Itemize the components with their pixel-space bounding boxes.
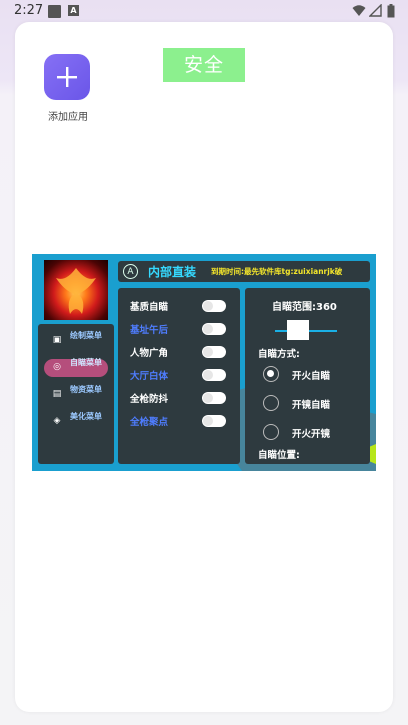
aim-range-label: 自瞄范围:360 — [272, 302, 337, 313]
nav-item-beautify[interactable]: ◈ 美化菜单 — [44, 412, 108, 431]
toggle-switch[interactable] — [202, 323, 226, 335]
signal-icon — [369, 4, 382, 17]
mod-menu-preview: A 内部直装 到期时间:最先软件库tg:zuixianrjk破 ▣ 绘制菜单 ◎… — [32, 254, 376, 471]
android-logo-icon: A — [123, 264, 138, 279]
menu-title-bar: A 内部直装 到期时间:最先软件库tg:zuixianrjk破 — [118, 261, 370, 282]
expire-text: 到期时间:最先软件库tg:zuixianrjk破 — [211, 267, 343, 276]
add-app-label: 添加应用 — [48, 112, 88, 123]
toggle-switch[interactable] — [202, 346, 226, 358]
toggle-label: 全枪聚点 — [130, 417, 169, 428]
add-app-button[interactable] — [44, 54, 90, 100]
toggle-switch[interactable] — [202, 369, 226, 381]
toggle-label: 全枪防抖 — [130, 394, 169, 405]
aim-mode-option-label: 开镜自瞄 — [292, 400, 331, 411]
status-bar: 2:27 A — [0, 0, 408, 24]
toggle-label: 人物广角 — [130, 348, 169, 359]
toggle-row: 全枪防抖 — [130, 390, 234, 406]
aim-range-slider-thumb[interactable] — [287, 320, 309, 340]
menu-toggles-panel: 基质自瞄 基址午后 人物广角 大厅白体 全枪防抖 全枪聚点 — [118, 288, 240, 464]
plus-icon — [57, 67, 77, 87]
toggle-label: 大厅白体 — [130, 371, 169, 382]
aim-mode-radio[interactable] — [263, 424, 279, 440]
notification-square-icon — [48, 5, 61, 18]
menu-nav-panel: ▣ 绘制菜单 ◎ 自瞄菜单 ▤ 物资菜单 ◈ 美化菜单 — [38, 324, 114, 464]
wifi-icon — [352, 5, 366, 16]
nav-item-aim[interactable]: ◎ 自瞄菜单 — [44, 358, 108, 377]
toggle-row: 全枪聚点 — [130, 413, 234, 429]
toggle-row: 大厅白体 — [130, 367, 234, 383]
toggle-switch[interactable] — [202, 415, 226, 427]
toggle-switch[interactable] — [202, 300, 226, 312]
nav-item-label: 物资菜单 — [70, 385, 102, 394]
a-badge-icon: A — [68, 5, 79, 16]
toggle-row: 人物广角 — [130, 344, 234, 360]
aim-position-label: 自瞄位置: — [258, 450, 300, 461]
aim-settings-panel: 自瞄范围:360 自瞄方式: 开火自瞄 开镜自瞄 开火开镜 自瞄位置: — [245, 288, 370, 464]
nav-item-draw[interactable]: ▣ 绘制菜单 — [44, 331, 108, 350]
battery-icon — [387, 4, 395, 18]
nav-item-label: 自瞄菜单 — [70, 358, 102, 367]
toggle-label: 基质自瞄 — [130, 302, 169, 313]
toggle-label: 基址午后 — [130, 325, 169, 336]
phoenix-logo — [44, 260, 108, 320]
inventory-icon: ▤ — [52, 389, 62, 399]
aim-mode-radio[interactable] — [263, 366, 279, 382]
nav-item-label: 美化菜单 — [70, 412, 102, 421]
aim-mode-option-label: 开火开镜 — [292, 429, 331, 440]
toggle-row: 基质自瞄 — [130, 298, 234, 314]
aim-mode-option-label: 开火自瞄 — [292, 371, 331, 382]
nav-item-supplies[interactable]: ▤ 物资菜单 — [44, 385, 108, 404]
person-icon: ▣ — [52, 335, 62, 345]
safe-badge: 安全 — [163, 48, 245, 82]
status-time: 2:27 — [14, 3, 44, 18]
aim-mode-label: 自瞄方式: — [258, 349, 300, 360]
toggle-switch[interactable] — [202, 392, 226, 404]
toggle-row: 基址午后 — [130, 321, 234, 337]
cube-icon: ◈ — [53, 416, 61, 426]
nav-item-label: 绘制菜单 — [70, 331, 102, 340]
crosshair-icon: ◎ — [53, 362, 61, 372]
aim-mode-radio[interactable] — [263, 395, 279, 411]
menu-title: 内部直装 — [148, 265, 197, 279]
